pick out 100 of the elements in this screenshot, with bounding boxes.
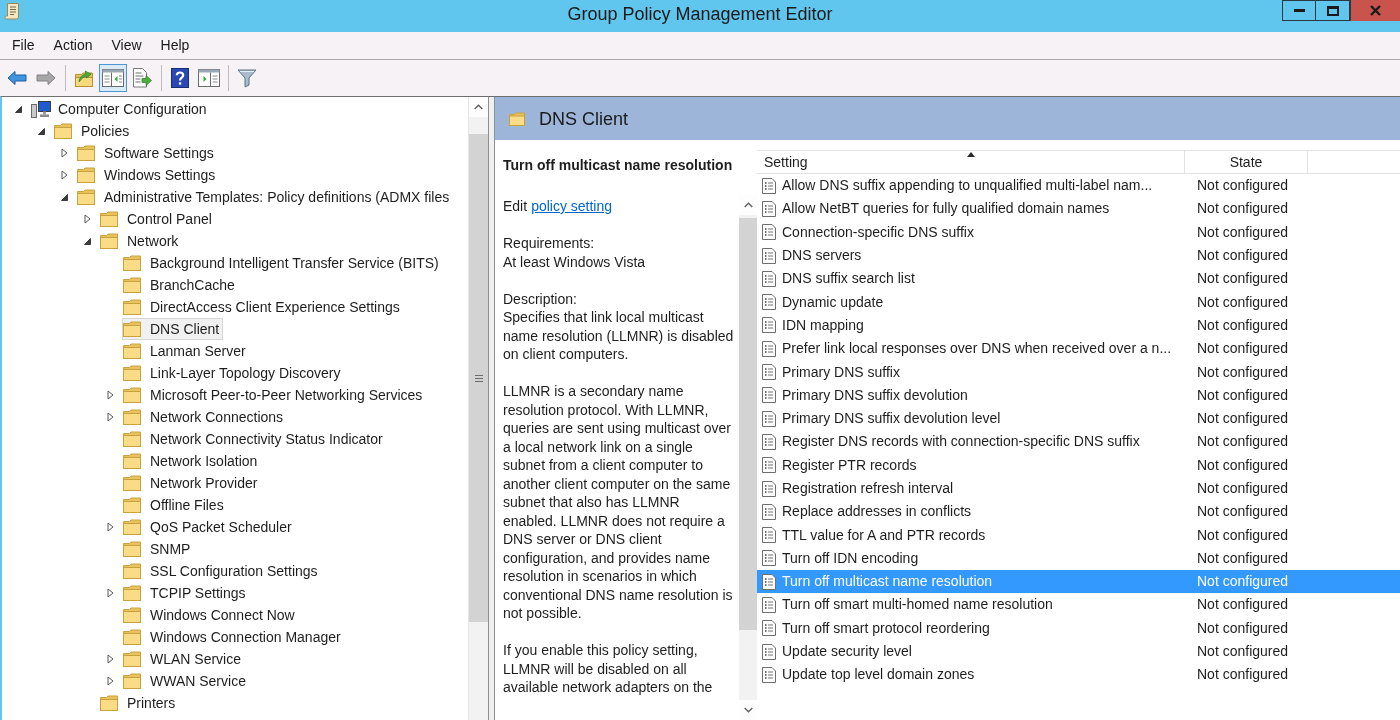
policy-document-icon [762,503,776,520]
setting-name: Replace addresses in conflicts [782,502,972,522]
tree-item[interactable]: WLAN Service [122,648,246,670]
tree-item[interactable]: BranchCache [122,274,239,296]
setting-state: Not configured [1196,222,1289,242]
list-row[interactable]: Dynamic update Not configured [757,290,1400,314]
expand-arrow-icon[interactable] [107,654,114,664]
tree-item[interactable]: Network [99,230,183,252]
tree-item[interactable]: Network Provider [122,472,262,494]
expand-arrow-icon[interactable] [84,214,91,224]
tree-item[interactable]: Network Isolation [122,450,262,472]
menu-item[interactable]: View [103,33,150,58]
tree-item[interactable]: Network Connections [122,406,288,428]
tree-item[interactable]: Windows Settings [76,164,220,186]
tree-item[interactable]: SNMP [122,538,195,560]
tree-item[interactable]: Windows Connection Manager [122,626,345,648]
setting-state: Not configured [1196,665,1289,685]
policy-document-icon [762,340,776,357]
policy-document-icon [762,294,776,311]
minimize-button[interactable] [1282,0,1316,21]
scrollbar-thumb[interactable] [469,134,488,622]
setting-name: Turn off multicast name resolution [782,572,993,592]
expand-arrow-icon[interactable] [107,588,114,598]
tree-item[interactable]: WWAN Service [122,670,250,692]
tree-item[interactable]: Lanman Server [122,340,250,362]
policy-setting-link[interactable]: policy setting [531,197,613,216]
setting-name: Update top level domain zones [782,665,975,685]
policy-document-icon [762,177,776,194]
tree-item[interactable]: Printers [99,692,180,714]
list-row[interactable]: Prefer link local responses over DNS when received over a n... Not configured [757,337,1400,361]
collapse-arrow-icon[interactable] [38,127,45,135]
policy-document-icon [762,387,776,404]
list-row[interactable]: Primary DNS suffix Not configured [757,360,1400,384]
tree-item[interactable]: TCPIP Settings [122,582,250,604]
list-row[interactable]: Allow DNS suffix appending to unqualified multi-label nam... Not configured [757,174,1400,198]
window-title: Group Policy Management Editor [567,3,833,26]
expand-arrow-icon[interactable] [107,676,114,686]
column-header[interactable]: State [1185,151,1308,173]
tree-item[interactable]: Software Settings [76,142,218,164]
setting-state: Not configured [1196,409,1289,429]
policy-document-icon [762,480,776,497]
collapse-arrow-icon[interactable] [15,105,22,113]
folder-icon [123,475,141,491]
tree-item[interactable]: Background Intelligent Transfer Service (BITS) [122,252,443,274]
list-row[interactable]: Allow NetBT queries for fully qualified domain names Not configured [757,197,1400,221]
tree-item[interactable]: Windows Connect Now [122,604,299,626]
list-row[interactable]: Connection-specific DNS suffix Not configured [757,220,1400,244]
expand-arrow-icon[interactable] [107,522,114,532]
list-row[interactable]: Replace addresses in conflicts Not configured [757,500,1400,524]
description-paragraph: If you enable this policy setting, LLMNR will be disabled on all available network adapters on the [503,641,714,697]
list-row[interactable]: Update top level domain zones Not configured [757,663,1400,687]
tree-item[interactable]: Link-Layer Topology Discovery [122,362,345,384]
close-button[interactable] [1350,0,1400,21]
collapse-arrow-icon[interactable] [61,193,68,201]
expand-arrow-icon[interactable] [61,148,68,158]
tree-item[interactable]: Policies [53,120,134,142]
list-row[interactable]: DNS servers Not configured [757,243,1400,268]
list-row[interactable]: Turn off smart protocol reordering Not configured [757,616,1400,640]
folder-icon [100,233,118,249]
tree-item[interactable]: Control Panel [99,208,216,230]
menu-item[interactable]: Action [45,33,101,58]
list-row[interactable]: Turn off smart multi-homed name resolution Not configured [757,593,1400,617]
tree-item[interactable]: DNS Client [122,318,224,340]
setting-name: Primary DNS suffix devolution level [782,409,1001,429]
tree-item[interactable]: Network Connectivity Status Indicator [122,428,387,450]
setting-name: Primary DNS suffix devolution [782,385,968,405]
list-row[interactable]: IDN mapping Not configured [757,313,1400,338]
folder-arrow-icon [74,68,94,88]
scrollbar-thumb[interactable] [739,218,757,630]
column-header[interactable]: Setting [757,151,1185,173]
expand-arrow-icon[interactable] [107,412,114,422]
tree-item[interactable]: Microsoft Peer-to-Peer Networking Services [122,384,427,406]
tree-item[interactable]: Computer Configuration [30,98,211,120]
list-row[interactable]: Primary DNS suffix devolution Not configured [757,383,1400,407]
maximize-button[interactable] [1316,0,1350,21]
list-row[interactable]: DNS suffix search list Not configured [757,267,1400,291]
list-row[interactable]: Primary DNS suffix devolution level Not configured [757,406,1400,431]
tree-item[interactable]: QoS Packet Scheduler [122,516,296,538]
show-tree-button[interactable] [99,64,127,92]
menu-item[interactable]: File [4,33,43,58]
expand-arrow-icon[interactable] [61,170,68,180]
minimize-icon [1293,9,1305,12]
expand-arrow-icon[interactable] [107,390,114,400]
folder-icon [123,343,141,359]
collapse-arrow-icon[interactable] [84,237,91,245]
folder-icon [123,321,141,337]
tree-item[interactable]: Administrative Templates: Policy definitions (ADMX files [76,186,454,208]
policy-document-icon [762,620,776,637]
tree-item[interactable]: DirectAccess Client Experience Settings [122,296,404,318]
list-row[interactable]: Register DNS records with connection-specific DNS suffix Not configured [757,430,1400,454]
list-row[interactable]: Registration refresh interval Not configured [757,476,1400,501]
tree-item[interactable]: Offline Files [122,494,228,516]
menu-item[interactable]: Help [152,33,198,58]
list-row[interactable]: Turn off IDN encoding Not configured [757,546,1400,571]
list-row[interactable]: Update security level Not configured [757,639,1400,664]
list-row[interactable]: TTL value for A and PTR records Not configured [757,523,1400,547]
tree-item[interactable]: SSL Configuration Settings [122,560,322,582]
list-row[interactable]: Register PTR records Not configured [757,453,1400,477]
setting-state: Not configured [1196,199,1289,219]
folder-icon [123,365,141,381]
